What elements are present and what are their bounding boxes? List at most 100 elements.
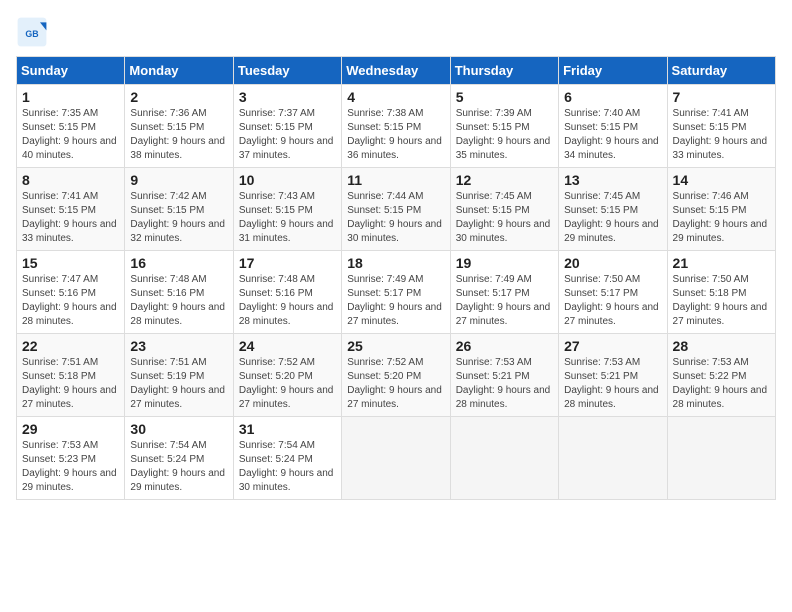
day-detail: Sunrise: 7:43 AMSunset: 5:15 PMDaylight:… [239,190,336,246]
day-number: 8 [22,172,119,188]
day-number: 15 [22,255,119,271]
day-detail: Sunrise: 7:49 AMSunset: 5:17 PMDaylight:… [347,273,444,329]
day-detail: Sunrise: 7:38 AMSunset: 5:15 PMDaylight:… [347,107,444,163]
calendar-cell: 1 Sunrise: 7:35 AMSunset: 5:15 PMDaylight… [17,85,125,168]
day-detail: Sunrise: 7:36 AMSunset: 5:15 PMDaylight:… [130,107,227,163]
day-detail: Sunrise: 7:53 AMSunset: 5:21 PMDaylight:… [564,356,661,412]
day-number: 21 [673,255,770,271]
day-detail: Sunrise: 7:53 AMSunset: 5:22 PMDaylight:… [673,356,770,412]
calendar-cell: 15 Sunrise: 7:47 AMSunset: 5:16 PMDayligh… [17,251,125,334]
calendar-cell: 29 Sunrise: 7:53 AMSunset: 5:23 PMDayligh… [17,417,125,500]
day-number: 13 [564,172,661,188]
calendar-cell: 11 Sunrise: 7:44 AMSunset: 5:15 PMDayligh… [342,168,450,251]
day-detail: Sunrise: 7:53 AMSunset: 5:21 PMDaylight:… [456,356,553,412]
day-detail: Sunrise: 7:53 AMSunset: 5:23 PMDaylight:… [22,439,119,495]
day-number: 7 [673,89,770,105]
day-number: 20 [564,255,661,271]
day-detail: Sunrise: 7:41 AMSunset: 5:15 PMDaylight:… [22,190,119,246]
day-number: 23 [130,338,227,354]
day-detail: Sunrise: 7:45 AMSunset: 5:15 PMDaylight:… [564,190,661,246]
day-detail: Sunrise: 7:47 AMSunset: 5:16 PMDaylight:… [22,273,119,329]
day-detail: Sunrise: 7:50 AMSunset: 5:18 PMDaylight:… [673,273,770,329]
day-detail: Sunrise: 7:54 AMSunset: 5:24 PMDaylight:… [239,439,336,495]
weekday-header-sunday: Sunday [17,57,125,85]
calendar-cell: 24 Sunrise: 7:52 AMSunset: 5:20 PMDayligh… [233,334,341,417]
logo: GB [16,16,52,48]
day-detail: Sunrise: 7:37 AMSunset: 5:15 PMDaylight:… [239,107,336,163]
calendar-cell: 16 Sunrise: 7:48 AMSunset: 5:16 PMDayligh… [125,251,233,334]
day-number: 14 [673,172,770,188]
logo-icon: GB [16,16,48,48]
day-number: 4 [347,89,444,105]
calendar-cell: 5 Sunrise: 7:39 AMSunset: 5:15 PMDaylight… [450,85,558,168]
calendar-cell: 21 Sunrise: 7:50 AMSunset: 5:18 PMDayligh… [667,251,775,334]
day-detail: Sunrise: 7:54 AMSunset: 5:24 PMDaylight:… [130,439,227,495]
calendar-cell: 8 Sunrise: 7:41 AMSunset: 5:15 PMDaylight… [17,168,125,251]
day-detail: Sunrise: 7:42 AMSunset: 5:15 PMDaylight:… [130,190,227,246]
day-number: 5 [456,89,553,105]
day-number: 28 [673,338,770,354]
calendar-week-3: 15 Sunrise: 7:47 AMSunset: 5:16 PMDayligh… [17,251,776,334]
calendar-cell [667,417,775,500]
weekday-header-saturday: Saturday [667,57,775,85]
day-number: 16 [130,255,227,271]
calendar-week-4: 22Sunrise: 7:51 AMSunset: 5:18 PMDayligh… [17,334,776,417]
calendar-cell: 17Sunrise: 7:48 AMSunset: 5:16 PMDayligh… [233,251,341,334]
weekday-header-thursday: Thursday [450,57,558,85]
weekday-header-row: SundayMondayTuesdayWednesdayThursdayFrid… [17,57,776,85]
day-detail: Sunrise: 7:44 AMSunset: 5:15 PMDaylight:… [347,190,444,246]
day-number: 6 [564,89,661,105]
day-number: 19 [456,255,553,271]
day-detail: Sunrise: 7:52 AMSunset: 5:20 PMDaylight:… [239,356,336,412]
calendar-cell: 4 Sunrise: 7:38 AMSunset: 5:15 PMDaylight… [342,85,450,168]
day-number: 9 [130,172,227,188]
calendar-cell: 18 Sunrise: 7:49 AMSunset: 5:17 PMDayligh… [342,251,450,334]
day-number: 11 [347,172,444,188]
day-detail: Sunrise: 7:51 AMSunset: 5:19 PMDaylight:… [130,356,227,412]
calendar-cell: 2 Sunrise: 7:36 AMSunset: 5:15 PMDaylight… [125,85,233,168]
calendar-cell: 20Sunrise: 7:50 AMSunset: 5:17 PMDayligh… [559,251,667,334]
calendar-cell [450,417,558,500]
day-number: 29 [22,421,119,437]
day-number: 1 [22,89,119,105]
day-number: 17 [239,255,336,271]
day-detail: Sunrise: 7:40 AMSunset: 5:15 PMDaylight:… [564,107,661,163]
calendar-cell: 30 Sunrise: 7:54 AMSunset: 5:24 PMDayligh… [125,417,233,500]
calendar-cell: 25Sunrise: 7:52 AMSunset: 5:20 PMDayligh… [342,334,450,417]
page-header: GB [16,16,776,48]
day-detail: Sunrise: 7:35 AMSunset: 5:15 PMDaylight:… [22,107,119,163]
day-detail: Sunrise: 7:48 AMSunset: 5:16 PMDaylight:… [130,273,227,329]
calendar-cell: 13 Sunrise: 7:45 AMSunset: 5:15 PMDayligh… [559,168,667,251]
day-detail: Sunrise: 7:41 AMSunset: 5:15 PMDaylight:… [673,107,770,163]
day-number: 2 [130,89,227,105]
day-detail: Sunrise: 7:39 AMSunset: 5:15 PMDaylight:… [456,107,553,163]
calendar-cell: 10Sunrise: 7:43 AMSunset: 5:15 PMDayligh… [233,168,341,251]
calendar-cell: 7 Sunrise: 7:41 AMSunset: 5:15 PMDaylight… [667,85,775,168]
calendar-cell [559,417,667,500]
calendar-cell: 22Sunrise: 7:51 AMSunset: 5:18 PMDayligh… [17,334,125,417]
day-number: 24 [239,338,336,354]
day-number: 3 [239,89,336,105]
calendar-week-1: 1 Sunrise: 7:35 AMSunset: 5:15 PMDaylight… [17,85,776,168]
calendar-week-5: 29 Sunrise: 7:53 AMSunset: 5:23 PMDayligh… [17,417,776,500]
day-number: 18 [347,255,444,271]
weekday-header-wednesday: Wednesday [342,57,450,85]
day-detail: Sunrise: 7:49 AMSunset: 5:17 PMDaylight:… [456,273,553,329]
weekday-header-friday: Friday [559,57,667,85]
calendar-cell: 12Sunrise: 7:45 AMSunset: 5:15 PMDayligh… [450,168,558,251]
calendar-cell: 9 Sunrise: 7:42 AMSunset: 5:15 PMDaylight… [125,168,233,251]
day-number: 31 [239,421,336,437]
calendar-table: SundayMondayTuesdayWednesdayThursdayFrid… [16,56,776,500]
day-detail: Sunrise: 7:45 AMSunset: 5:15 PMDaylight:… [456,190,553,246]
calendar-cell: 27Sunrise: 7:53 AMSunset: 5:21 PMDayligh… [559,334,667,417]
calendar-week-2: 8 Sunrise: 7:41 AMSunset: 5:15 PMDaylight… [17,168,776,251]
day-detail: Sunrise: 7:52 AMSunset: 5:20 PMDaylight:… [347,356,444,412]
calendar-cell: 19 Sunrise: 7:49 AMSunset: 5:17 PMDayligh… [450,251,558,334]
day-number: 30 [130,421,227,437]
calendar-cell [342,417,450,500]
day-detail: Sunrise: 7:46 AMSunset: 5:15 PMDaylight:… [673,190,770,246]
calendar-cell: 14 Sunrise: 7:46 AMSunset: 5:15 PMDayligh… [667,168,775,251]
calendar-cell: 3 Sunrise: 7:37 AMSunset: 5:15 PMDaylight… [233,85,341,168]
calendar-cell: 6 Sunrise: 7:40 AMSunset: 5:15 PMDaylight… [559,85,667,168]
calendar-cell: 26Sunrise: 7:53 AMSunset: 5:21 PMDayligh… [450,334,558,417]
